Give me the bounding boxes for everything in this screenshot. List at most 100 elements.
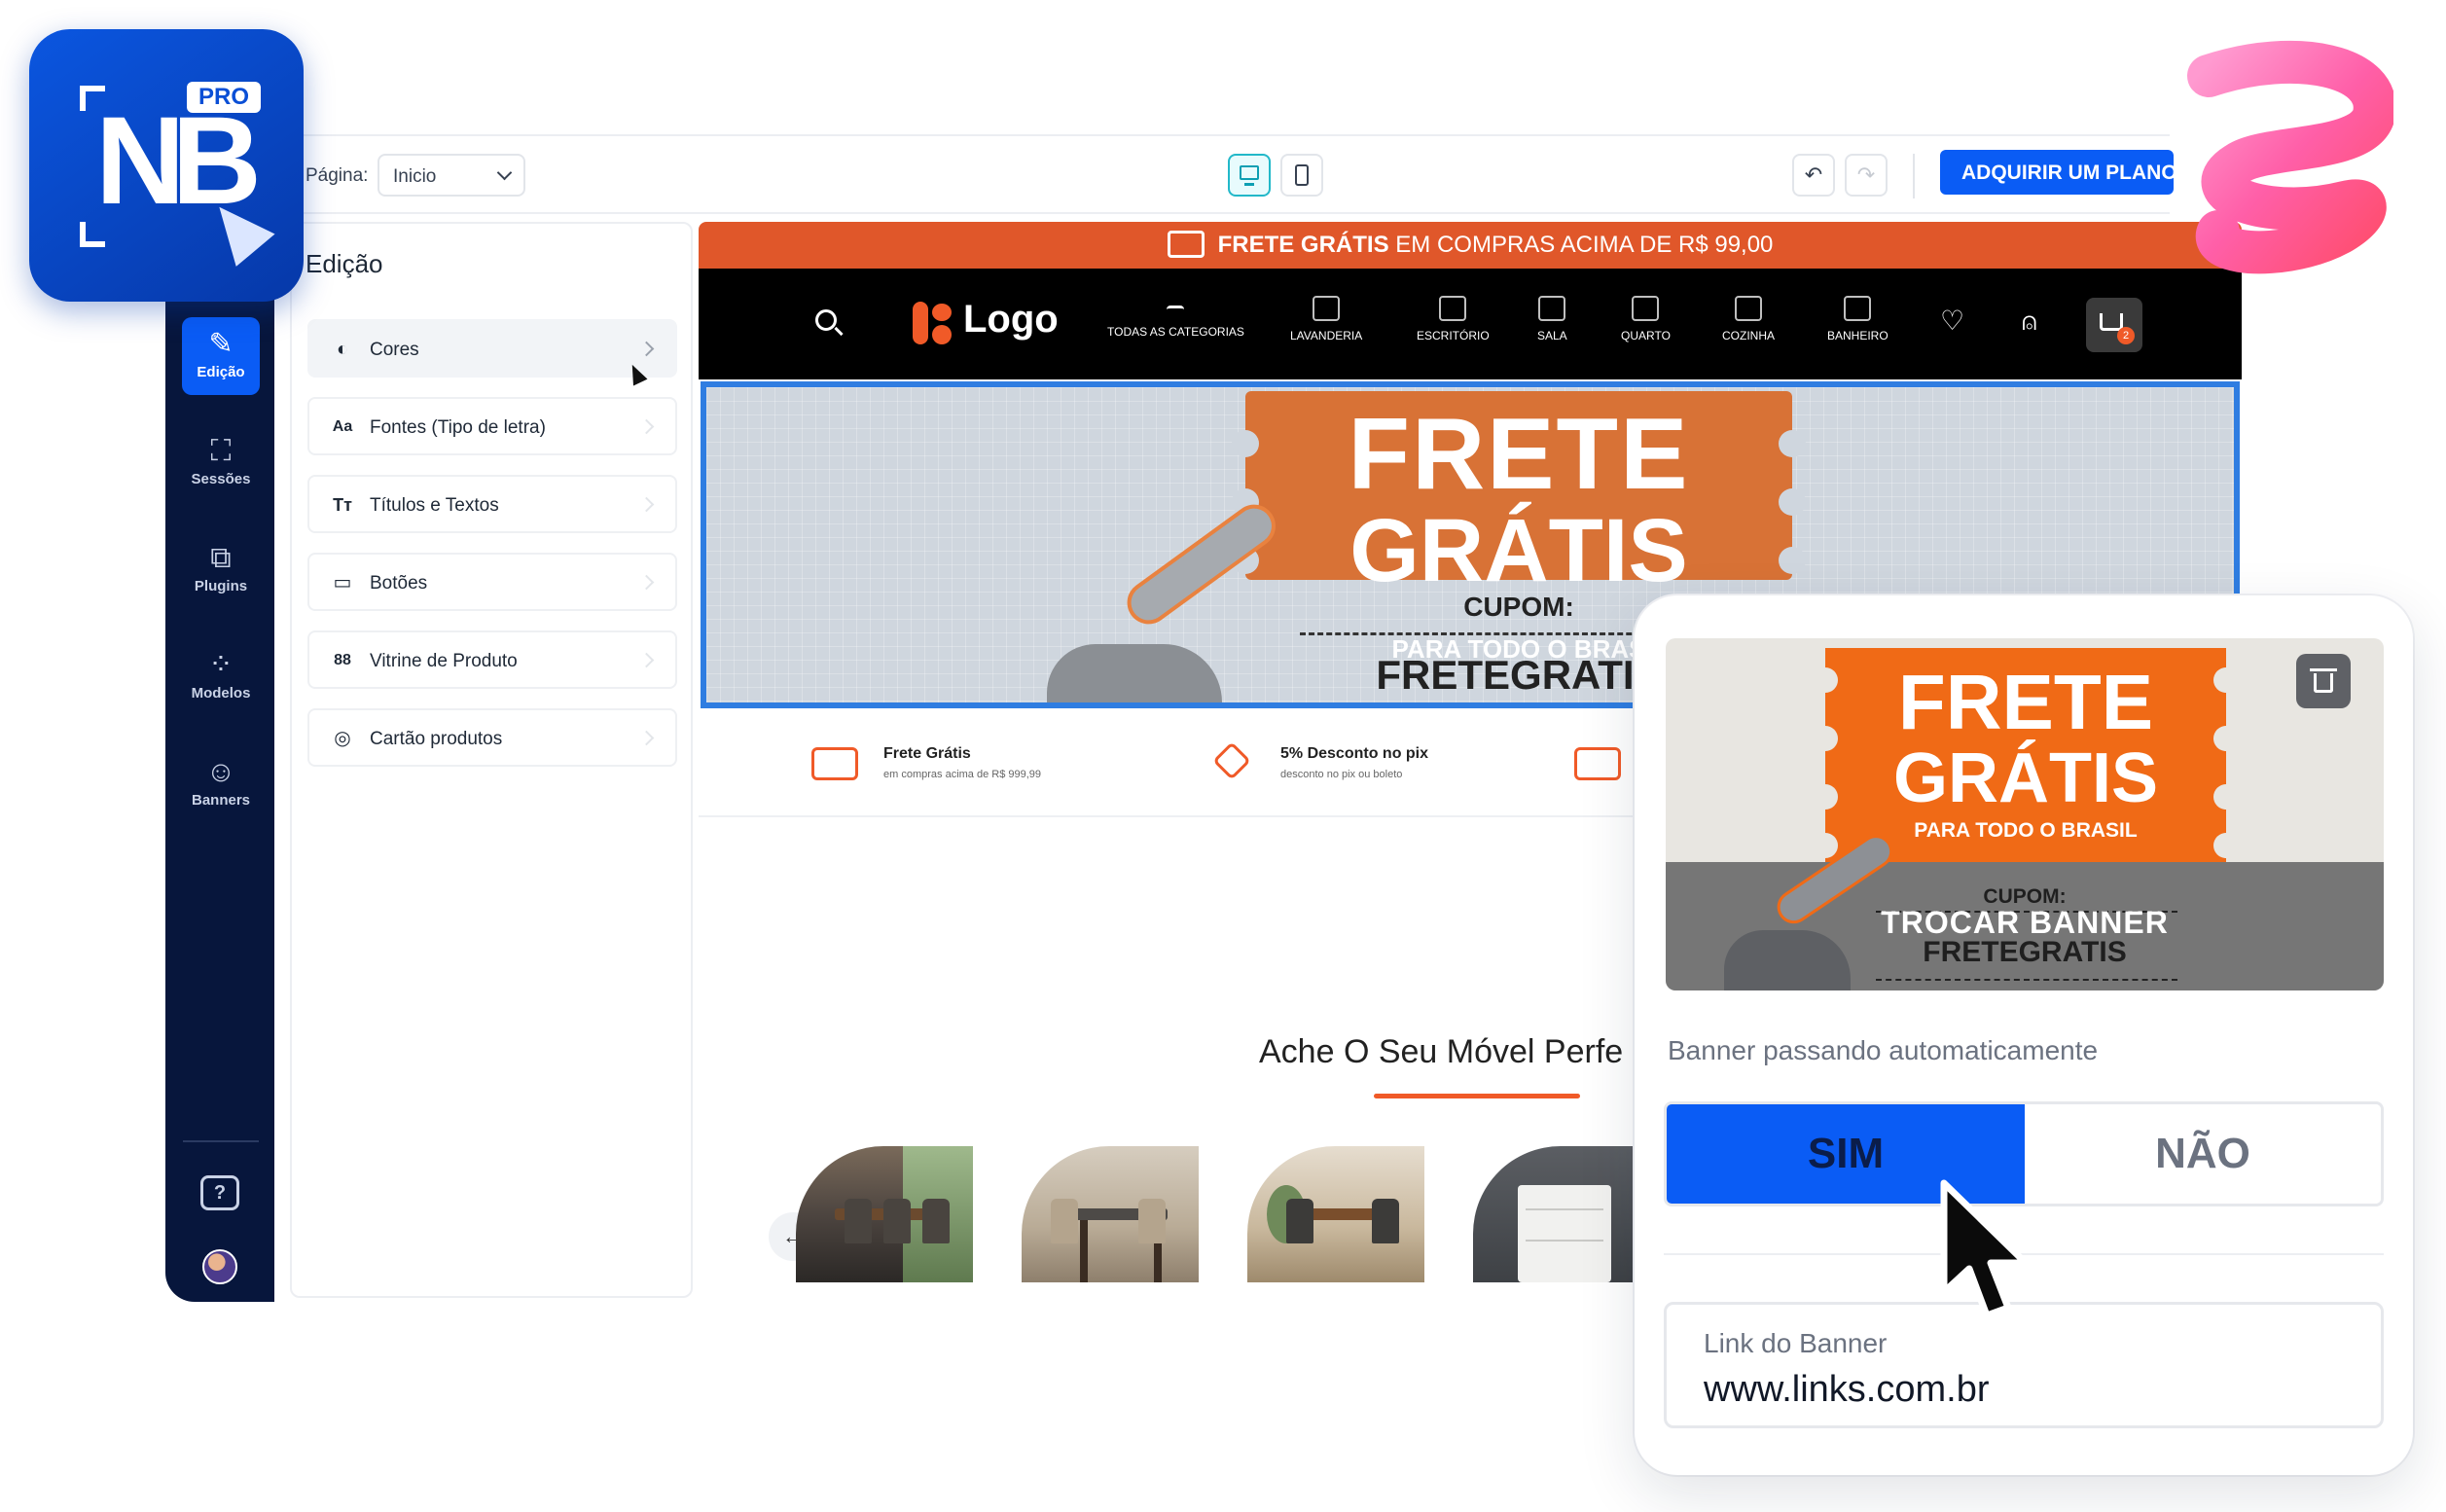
banner-link-value: www.links.com.br	[1704, 1369, 1990, 1410]
benefit-subtitle: em compras acima de R$ 999,99	[883, 769, 1042, 780]
promo-text: EM COMPRAS ACIMA DE R$ 99,00	[1395, 232, 1774, 258]
puzzle-icon: ⧉	[210, 542, 232, 574]
category-label: TODAS AS CATEGORIAS	[1107, 325, 1244, 339]
category-image-cozinha[interactable]	[796, 1146, 973, 1282]
category-escritorio[interactable]: ESCRITÓRIO	[1417, 296, 1490, 342]
promo-bar[interactable]: FRETE GRÁTIS EM COMPRAS ACIMA DE R$ 99,0…	[699, 222, 2242, 269]
toggle-no-option[interactable]: NÃO	[2025, 1104, 2381, 1204]
chevron-right-icon	[638, 574, 655, 591]
truck-icon	[811, 747, 858, 780]
chevron-right-icon	[638, 418, 655, 435]
category-cozinha[interactable]: COZINHA	[1722, 296, 1775, 342]
settings-item-cores[interactable]: ◐ Cores	[307, 319, 677, 378]
trash-icon	[2310, 668, 2337, 671]
settings-item-label: Fontes (Tipo de letra)	[370, 417, 546, 438]
settings-item-label: Cartão produtos	[370, 729, 503, 749]
category-banheiro[interactable]: BANHEIRO	[1827, 296, 1888, 342]
monitor-stand	[1244, 183, 1254, 186]
sidebar-item-modelos[interactable]: ⁘ Modelos	[182, 638, 260, 716]
font-icon: Aa	[332, 418, 353, 435]
settings-item-label: Botões	[370, 573, 428, 594]
page-select[interactable]: Inicio	[378, 154, 525, 197]
button-icon: ▭	[333, 572, 352, 594]
sidebar-item-label: Banners	[191, 792, 251, 809]
kitchen-icon	[1735, 296, 1762, 321]
truck-icon	[1167, 231, 1205, 258]
settings-item-label: Vitrine de Produto	[370, 651, 518, 671]
category-label: SALA	[1537, 329, 1567, 342]
undo-icon: ↶	[1804, 162, 1823, 187]
sidebar-item-edicao[interactable]: ✎ Edição	[182, 317, 260, 395]
sofa-icon	[1538, 296, 1566, 321]
buy-plan-button[interactable]: ADQUIRIR UM PLANO	[1940, 150, 2174, 195]
sidebar-item-banners[interactable]: ☺ Banners	[182, 745, 260, 823]
banner-line-2: GRÁTIS	[1892, 739, 2158, 817]
category-image-jantar[interactable]	[1247, 1146, 1424, 1282]
sidebar-divider	[183, 1140, 259, 1142]
settings-item-botoes[interactable]: ▭ Botões	[307, 553, 677, 611]
chevron-right-icon	[638, 730, 655, 746]
chevron-down-icon	[496, 164, 513, 181]
chevron-right-icon	[638, 496, 655, 513]
settings-item-cartao[interactable]: ◎ Cartão produtos	[307, 708, 677, 767]
sidebar-item-plugins[interactable]: ⧉ Plugins	[182, 531, 260, 609]
cart-button[interactable]: 2	[2086, 298, 2142, 352]
pro-badge: PRO	[187, 82, 261, 113]
hero-line-1: FRETE	[1348, 398, 1690, 511]
banner-settings-card: FRETE GRÁTIS PARA TODO O BRASIL CUPOM: T…	[1635, 595, 2413, 1475]
cart-count-badge: 2	[2117, 327, 2135, 344]
desktop-view-button[interactable]	[1228, 154, 1271, 197]
sidebar-item-sessoes[interactable]: ⛶ Sessões	[182, 424, 260, 502]
benefit-subtitle: desconto no pix ou boleto	[1280, 769, 1403, 780]
chevron-right-icon	[638, 652, 655, 668]
category-lavanderia[interactable]: LAVANDERIA	[1290, 296, 1362, 342]
mobile-view-button[interactable]	[1280, 154, 1323, 197]
card-icon: ◎	[334, 728, 351, 749]
banner-coupon-code: FRETEGRATIS	[1923, 936, 2127, 968]
toolbar-divider	[1913, 154, 1915, 198]
delete-banner-button[interactable]	[2296, 654, 2351, 708]
settings-item-titulos[interactable]: Tт Títulos e Textos	[307, 475, 677, 533]
settings-item-label: Cores	[370, 340, 419, 360]
main-sidebar: ✎ Edição ⛶ Sessões ⧉ Plugins ⁘ Modelos ☺…	[165, 282, 274, 1302]
redo-button[interactable]: ↷	[1845, 154, 1888, 197]
sidebar-item-label: Sessões	[191, 471, 251, 487]
store-logo-icon	[913, 302, 952, 344]
banner-thumbnail[interactable]: FRETE GRÁTIS PARA TODO O BRASIL CUPOM: T…	[1666, 638, 2384, 990]
category-all[interactable]: TODAS AS CATEGORIAS	[1107, 296, 1244, 339]
grid-icon: ⁘	[208, 649, 234, 681]
settings-item-label: Títulos e Textos	[370, 495, 499, 516]
section-underline	[1374, 1094, 1580, 1098]
store-header: Logo TODAS AS CATEGORIAS LAVANDERIA ESCR…	[699, 269, 2242, 379]
phone-icon	[1295, 164, 1309, 186]
banner-line-1: FRETE	[1897, 659, 2154, 745]
image-icon: ☺	[205, 756, 236, 788]
menu-icon	[1167, 306, 1185, 317]
banner-link-label: Link do Banner	[1704, 1328, 1888, 1358]
category-image-sala-de-jantar[interactable]	[1022, 1146, 1199, 1282]
category-label: COZINHA	[1722, 329, 1775, 342]
category-label: ESCRITÓRIO	[1417, 329, 1490, 342]
redo-icon: ↷	[1856, 162, 1876, 187]
washer-icon	[1313, 296, 1341, 321]
grid-icon: 88	[334, 652, 351, 668]
category-quarto[interactable]: QUARTO	[1621, 296, 1671, 342]
store-logo[interactable]: Logo	[963, 298, 1059, 342]
help-button[interactable]: ?	[200, 1175, 239, 1210]
user-icon[interactable]: ⍝	[2022, 307, 2037, 335]
category-sala[interactable]: SALA	[1537, 296, 1567, 342]
heart-icon[interactable]: ♡	[1940, 307, 1964, 335]
settings-item-fontes[interactable]: Aa Fontes (Tipo de letra)	[307, 397, 677, 455]
spiral-decoration	[2187, 40, 2393, 274]
frame-icon: ⛶	[210, 435, 232, 467]
app-logo: NB PRO	[29, 29, 304, 302]
text-icon: Tт	[333, 495, 352, 515]
avatar[interactable]	[202, 1249, 237, 1284]
page-label: Página:	[306, 165, 369, 186]
undo-button[interactable]: ↶	[1792, 154, 1835, 197]
search-icon[interactable]	[815, 309, 837, 331]
category-image-quarto[interactable]	[1473, 1146, 1650, 1282]
desk-icon	[1439, 296, 1467, 321]
settings-item-vitrine[interactable]: 88 Vitrine de Produto	[307, 630, 677, 689]
section-title: Ache O Seu Móvel Perfe	[1259, 1033, 1624, 1070]
